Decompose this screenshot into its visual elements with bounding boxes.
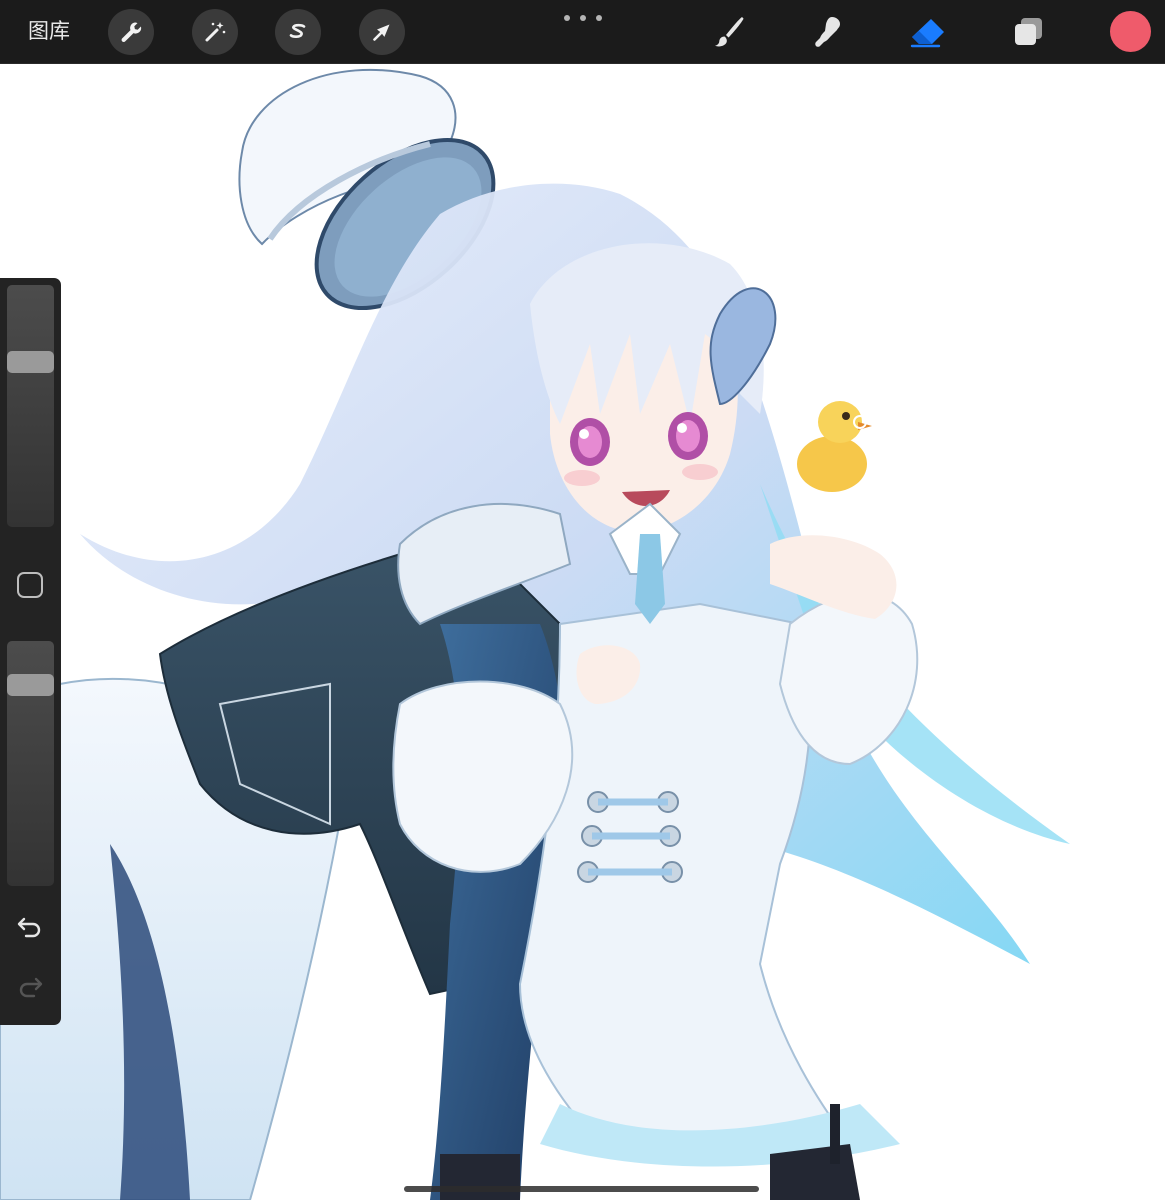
left-sidebar xyxy=(0,278,61,1025)
transform-arrow-icon[interactable] xyxy=(359,9,405,55)
top-toolbar: 图库 xyxy=(0,0,1165,64)
layers-icon[interactable] xyxy=(1005,10,1051,54)
redo-icon[interactable] xyxy=(15,974,45,1000)
eraser-icon[interactable] xyxy=(905,10,951,54)
opacity-slider[interactable] xyxy=(7,641,54,886)
color-picker-button[interactable] xyxy=(1110,11,1151,52)
drawing-canvas[interactable] xyxy=(0,64,1165,1200)
selection-s-icon[interactable] xyxy=(275,9,321,55)
wrench-icon[interactable] xyxy=(108,9,154,55)
gallery-button[interactable]: 图库 xyxy=(14,14,84,48)
brush-size-thumb[interactable] xyxy=(7,351,54,373)
opacity-thumb[interactable] xyxy=(7,674,54,696)
undo-icon[interactable] xyxy=(15,914,45,940)
brush-icon[interactable] xyxy=(706,10,752,54)
modify-button[interactable] xyxy=(17,572,43,598)
more-options-icon[interactable] xyxy=(564,12,602,24)
magic-wand-icon[interactable] xyxy=(192,9,238,55)
home-indicator xyxy=(404,1186,759,1192)
brush-size-slider[interactable] xyxy=(7,285,54,527)
yellow-duck xyxy=(797,401,872,492)
artwork-illustration xyxy=(0,68,1070,1200)
smudge-icon[interactable] xyxy=(806,10,852,54)
